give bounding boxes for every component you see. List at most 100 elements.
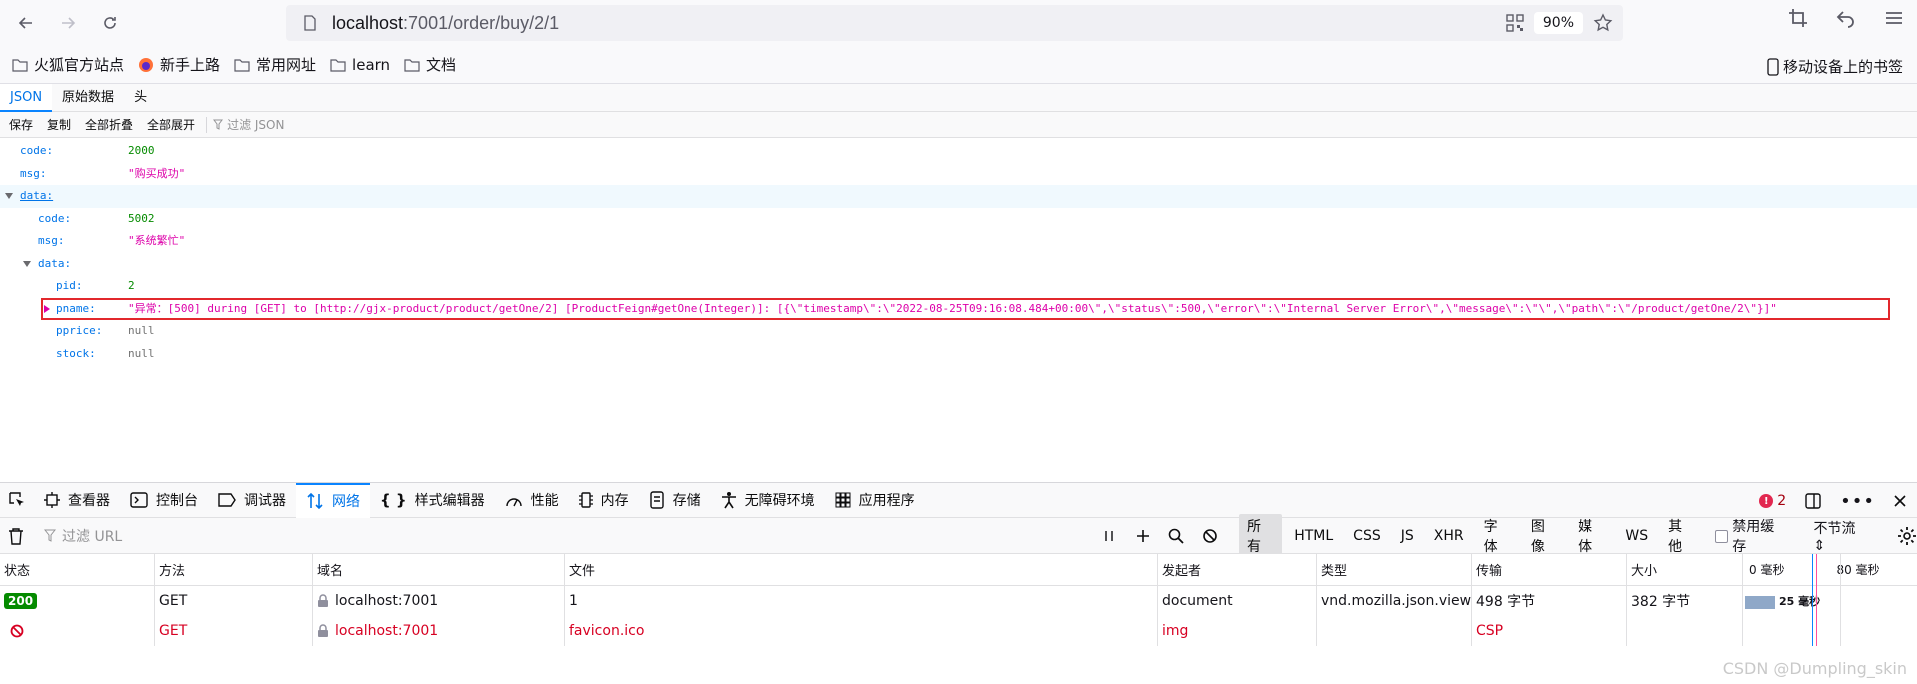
filter-ws[interactable]: WS bbox=[1617, 526, 1656, 546]
bookmark-item[interactable]: learn bbox=[330, 56, 390, 74]
json-row[interactable]: data: bbox=[0, 185, 1917, 208]
trash-icon[interactable] bbox=[8, 527, 24, 545]
url-bar[interactable]: localhost:7001/order/buy/2/1 90% bbox=[286, 5, 1623, 41]
back-icon[interactable] bbox=[10, 7, 42, 39]
tab-headers[interactable]: 头 bbox=[124, 84, 157, 112]
json-row[interactable]: data: bbox=[0, 253, 1917, 276]
page-icon bbox=[302, 14, 318, 32]
file-cell: 1 bbox=[564, 586, 1157, 616]
qr-code-icon[interactable] bbox=[1506, 14, 1524, 32]
json-row[interactable]: stock: null bbox=[0, 343, 1917, 366]
json-row[interactable]: pprice: null bbox=[0, 320, 1917, 343]
mobile-device-icon bbox=[1767, 57, 1779, 76]
request-row[interactable]: GET localhost:7001 favicon.ico img CSP bbox=[0, 616, 1917, 646]
url-filter-input[interactable]: 过滤 URL bbox=[44, 526, 122, 546]
filter-media[interactable]: 媒体 bbox=[1570, 514, 1613, 558]
status-cell: 200 bbox=[0, 586, 154, 616]
throttle-select[interactable]: 不节流 ⇕ bbox=[1814, 518, 1871, 554]
tab-storage[interactable]: 存储 bbox=[639, 483, 711, 518]
pause-icon[interactable] bbox=[1092, 529, 1126, 543]
divider bbox=[206, 116, 208, 133]
url-text[interactable]: localhost:7001/order/buy/2/1 bbox=[332, 13, 559, 34]
transferred-cell: 498 字节 bbox=[1471, 586, 1626, 616]
json-row[interactable]: msg: "购买成功" bbox=[0, 163, 1917, 186]
bookmark-item[interactable]: 文档 bbox=[404, 54, 456, 75]
json-row[interactable]: code: 2000 bbox=[0, 140, 1917, 163]
json-filter-input[interactable]: 过滤 JSON bbox=[213, 116, 284, 133]
tab-network[interactable]: 网络 bbox=[296, 482, 370, 518]
filter-xhr[interactable]: XHR bbox=[1426, 526, 1472, 546]
column-type[interactable]: 类型 bbox=[1316, 554, 1471, 585]
bookmark-item[interactable]: 常用网址 bbox=[234, 54, 316, 75]
json-row[interactable]: msg: "系统繁忙" bbox=[0, 230, 1917, 253]
more-options-icon[interactable]: ••• bbox=[1840, 491, 1875, 512]
json-row[interactable]: pid: 2 bbox=[0, 275, 1917, 298]
expand-twisty-icon[interactable] bbox=[5, 193, 13, 199]
tab-memory[interactable]: 内存 bbox=[569, 483, 639, 518]
screenshot-icon[interactable] bbox=[1787, 7, 1809, 33]
filter-css[interactable]: CSS bbox=[1345, 526, 1389, 546]
status-badge: 200 bbox=[4, 593, 38, 609]
column-initiator[interactable]: 发起者 bbox=[1157, 554, 1316, 585]
filter-icon bbox=[213, 119, 224, 130]
tab-inspector[interactable]: 查看器 bbox=[34, 483, 120, 518]
bookmark-item[interactable]: 火狐官方站点 bbox=[12, 54, 124, 75]
tab-json[interactable]: JSON bbox=[0, 84, 53, 112]
element-picker-icon[interactable] bbox=[8, 491, 26, 509]
json-viewer-toolbar: 保存 复制 全部折叠 全部展开 过滤 JSON bbox=[0, 112, 1917, 138]
filter-fonts[interactable]: 字体 bbox=[1476, 514, 1519, 558]
disable-cache-checkbox[interactable] bbox=[1715, 529, 1729, 543]
filter-all[interactable]: 所有 bbox=[1238, 514, 1283, 558]
close-icon[interactable] bbox=[1893, 494, 1907, 508]
dock-icon[interactable] bbox=[1804, 492, 1822, 510]
mobile-bookmarks[interactable]: 移动设备上的书签 bbox=[1767, 56, 1903, 77]
column-file[interactable]: 文件 bbox=[564, 554, 1157, 585]
filter-html[interactable]: HTML bbox=[1286, 526, 1341, 546]
expand-all-button[interactable]: 全部展开 bbox=[142, 116, 200, 133]
collapse-all-button[interactable]: 全部折叠 bbox=[80, 116, 138, 133]
copy-button[interactable]: 复制 bbox=[42, 116, 76, 133]
column-size[interactable]: 大小 bbox=[1626, 554, 1742, 585]
zoom-level[interactable]: 90% bbox=[1533, 12, 1583, 34]
filter-js[interactable]: JS bbox=[1393, 526, 1422, 546]
filter-images[interactable]: 图像 bbox=[1523, 514, 1566, 558]
undo-icon[interactable] bbox=[1835, 7, 1857, 33]
forward-icon[interactable] bbox=[52, 7, 84, 39]
tab-application[interactable]: 应用程序 bbox=[825, 483, 925, 518]
devtools-tabbar: 查看器 控制台 调试器 网络 { } 样式编辑器 性能 内存 存储 无障碍环境 … bbox=[0, 482, 1917, 518]
bookmark-item[interactable]: 新手上路 bbox=[138, 54, 220, 75]
load-marker bbox=[1816, 554, 1817, 646]
tab-console[interactable]: 控制台 bbox=[120, 483, 208, 518]
bookmark-star-icon[interactable] bbox=[1593, 13, 1613, 33]
error-count[interactable]: ! 2 bbox=[1759, 493, 1786, 509]
settings-gear-icon[interactable] bbox=[1897, 526, 1917, 546]
devtools-toolbar-right: ! 2 ••• bbox=[1759, 483, 1907, 519]
tab-style-editor[interactable]: { } 样式编辑器 bbox=[370, 483, 495, 518]
block-icon[interactable] bbox=[1193, 528, 1227, 544]
json-row[interactable]: code: 5002 bbox=[0, 208, 1917, 231]
request-row[interactable]: 200 GET localhost:7001 1 document vnd.mo… bbox=[0, 586, 1917, 616]
column-timeline[interactable]: 0 毫秒 80 毫秒 bbox=[1742, 554, 1917, 585]
blocked-icon bbox=[10, 624, 24, 638]
column-domain[interactable]: 域名 bbox=[312, 554, 564, 585]
storage-icon bbox=[649, 491, 665, 509]
tab-debugger[interactable]: 调试器 bbox=[208, 483, 296, 518]
search-icon[interactable] bbox=[1159, 528, 1193, 544]
json-row-pname[interactable]: pname: "异常：[500] during [GET] to [http:/… bbox=[0, 298, 1917, 321]
tab-performance[interactable]: 性能 bbox=[495, 483, 569, 518]
tab-raw-data[interactable]: 原始数据 bbox=[52, 84, 124, 112]
filter-other[interactable]: 其他 bbox=[1660, 514, 1703, 558]
error-icon: ! bbox=[1759, 494, 1774, 508]
expand-twisty-icon[interactable] bbox=[23, 260, 31, 267]
column-transferred[interactable]: 传输 bbox=[1471, 554, 1626, 585]
save-button[interactable]: 保存 bbox=[4, 116, 38, 133]
plus-icon[interactable] bbox=[1126, 529, 1160, 543]
tab-accessibility[interactable]: 无障碍环境 bbox=[711, 483, 825, 518]
menu-icon[interactable] bbox=[1883, 7, 1905, 33]
column-method[interactable]: 方法 bbox=[154, 554, 312, 585]
json-tree: code: 2000 msg: "购买成功" data: code: 5002 … bbox=[0, 140, 1917, 365]
file-cell: favicon.ico bbox=[564, 616, 1157, 646]
reload-icon[interactable] bbox=[94, 7, 126, 39]
column-status[interactable]: 状态 bbox=[0, 554, 154, 585]
expand-twisty-icon[interactable] bbox=[44, 304, 50, 313]
